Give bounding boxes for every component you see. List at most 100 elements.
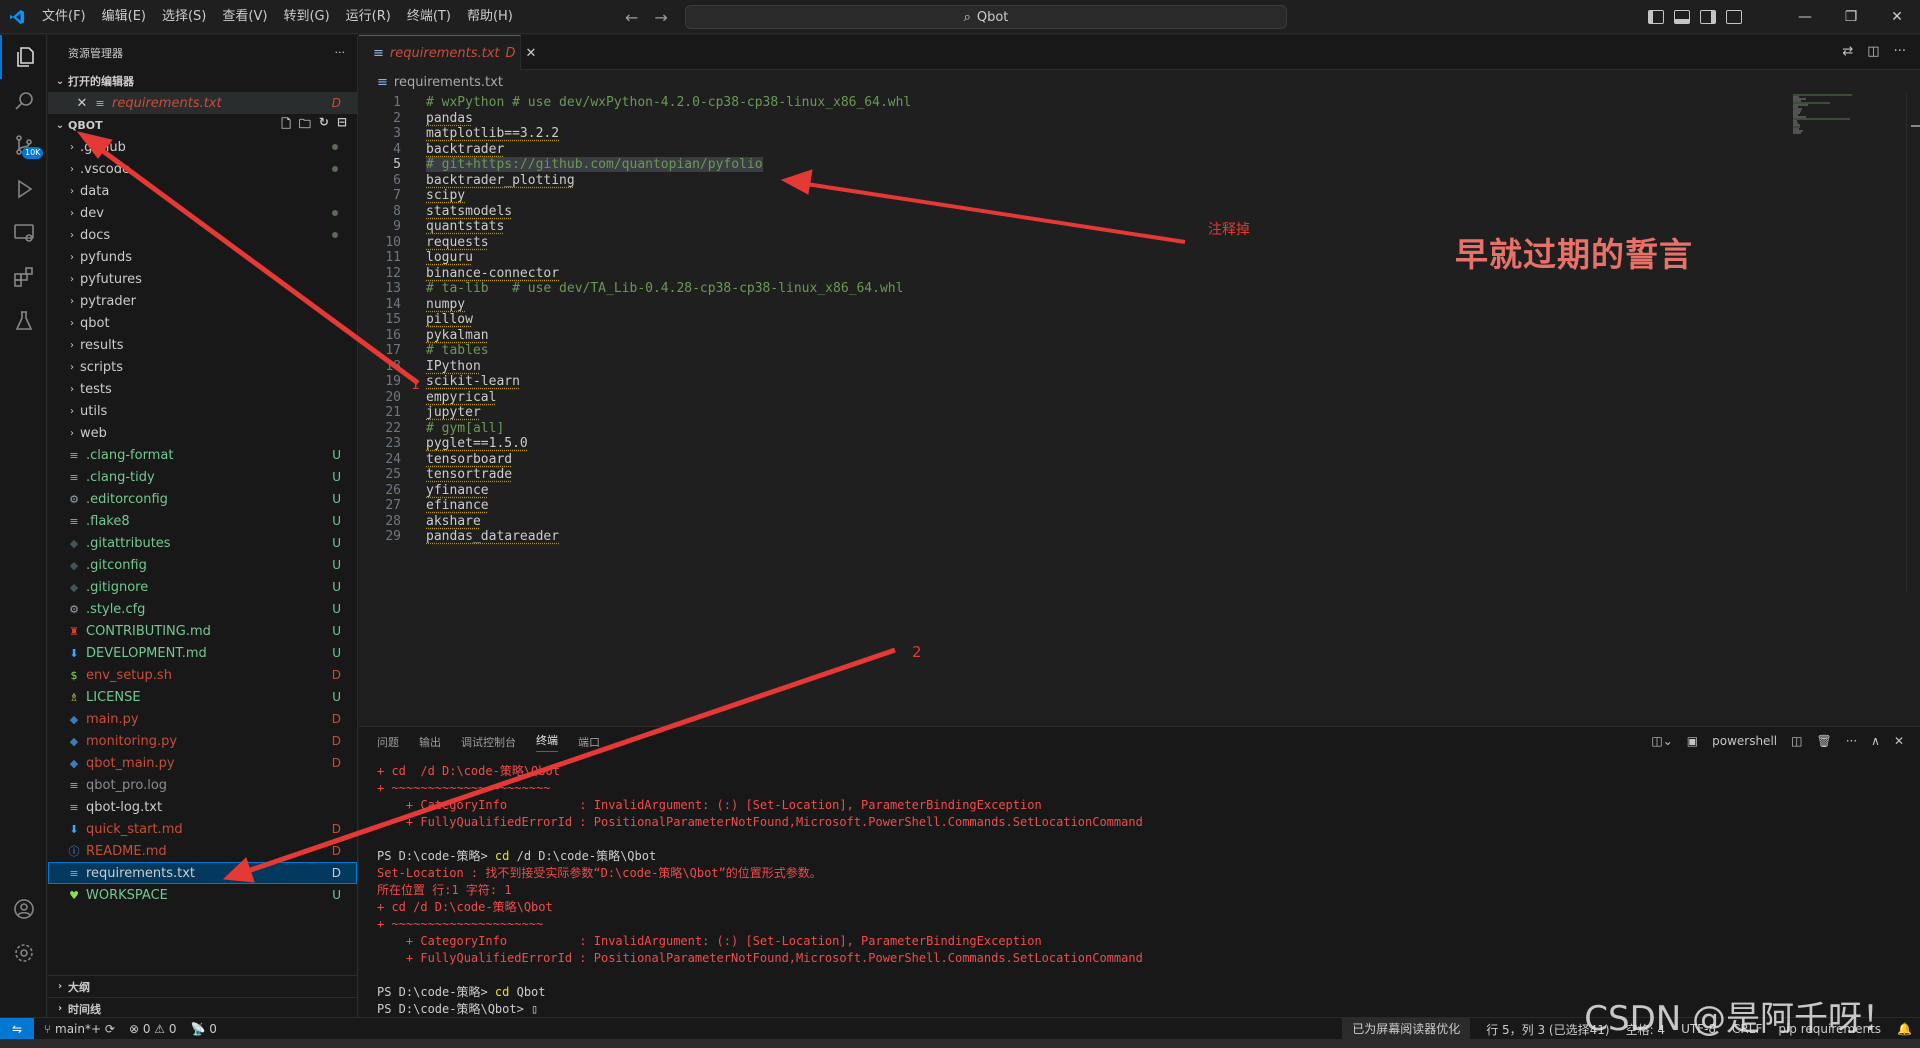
- code-line[interactable]: akshare: [426, 514, 481, 529]
- manage-gear-icon[interactable]: [0, 931, 47, 975]
- code-line[interactable]: empyrical: [426, 390, 496, 405]
- toggle-secondary-sidebar-icon[interactable]: [1700, 10, 1716, 24]
- panel-tab[interactable]: 问题: [377, 734, 399, 750]
- code-line[interactable]: pandas: [426, 111, 473, 126]
- tab-requirements[interactable]: ≡ requirements.txt D ✕: [359, 35, 536, 70]
- tree-file[interactable]: ♜ CONTRIBUTING.md U: [48, 620, 357, 642]
- code-line[interactable]: pykalman: [426, 328, 489, 343]
- minimap[interactable]: [1790, 93, 1870, 153]
- editor-more-icon[interactable]: ···: [1894, 44, 1906, 59]
- source-control-icon[interactable]: 10K: [0, 123, 47, 167]
- tree-file[interactable]: ≡ .flake8 U: [48, 510, 357, 532]
- tree-file[interactable]: ≡ .clang-tidy U: [48, 466, 357, 488]
- menu-item[interactable]: 帮助(H): [459, 0, 521, 34]
- tree-file[interactable]: $ env_setup.sh D: [48, 664, 357, 686]
- tree-file[interactable]: ⬇ DEVELOPMENT.md U: [48, 642, 357, 664]
- close-icon[interactable]: ✕: [72, 96, 92, 111]
- explorer-icon[interactable]: [0, 35, 47, 79]
- code-line[interactable]: # wxPython # use dev/wxPython-4.2.0-cp38…: [426, 95, 911, 110]
- remote-indicator-icon[interactable]: ⇋: [0, 1017, 34, 1040]
- tree-file[interactable]: ◆ qbot_main.py D: [48, 752, 357, 774]
- workspace-root-section[interactable]: ⌄ QBOT 🗋 🗀 ↻ ⊟: [48, 114, 357, 136]
- tree-folder[interactable]: › tests: [48, 378, 357, 400]
- panel-tab[interactable]: 调试控制台: [461, 734, 516, 750]
- more-actions-icon[interactable]: ···: [335, 46, 346, 59]
- terminal-shell-label[interactable]: powershell: [1712, 734, 1777, 748]
- tree-file[interactable]: ♥ WORKSPACE U: [48, 884, 357, 906]
- open-changes-icon[interactable]: ⇄: [1842, 44, 1853, 59]
- toggle-primary-sidebar-icon[interactable]: [1648, 10, 1664, 24]
- tree-folder[interactable]: › web: [48, 422, 357, 444]
- code-line[interactable]: # tables: [426, 343, 489, 358]
- tree-file[interactable]: ◆ .gitconfig U: [48, 554, 357, 576]
- tree-file[interactable]: ⬇ quick_start.md D: [48, 818, 357, 840]
- close-window-button[interactable]: ✕: [1874, 0, 1920, 34]
- tree-file[interactable]: ≡ qbot-log.txt: [48, 796, 357, 818]
- panel-tab[interactable]: 端口: [578, 734, 600, 750]
- code-line[interactable]: scipy: [426, 188, 465, 203]
- tree-folder[interactable]: › .github: [48, 136, 357, 158]
- timeline-section[interactable]: › 时间线: [48, 997, 357, 1019]
- split-icon[interactable]: ◫: [1791, 734, 1802, 748]
- code-line[interactable]: statsmodels: [426, 204, 512, 219]
- tree-folder[interactable]: › data: [48, 180, 357, 202]
- code-line[interactable]: scikit-learn: [426, 374, 520, 389]
- code-line[interactable]: tensortrade: [426, 467, 512, 482]
- tree-folder[interactable]: › utils: [48, 400, 357, 422]
- code-line[interactable]: backtrader_plotting: [426, 173, 575, 188]
- open-editor-item[interactable]: ✕ ≡ requirements.txt D: [48, 92, 357, 114]
- close-panel-icon[interactable]: ✕: [1894, 734, 1904, 748]
- accounts-icon[interactable]: [0, 887, 47, 931]
- split-editor-icon[interactable]: ◫: [1867, 44, 1879, 59]
- extensions-icon[interactable]: [0, 255, 47, 299]
- code-line[interactable]: tensorboard: [426, 452, 512, 467]
- terminal-output[interactable]: + cd /d D:\code-策略\Qbot + ~~~~~~~~~~~~~~~…: [377, 763, 1143, 1018]
- testing-flask-icon[interactable]: [0, 299, 47, 343]
- tree-file[interactable]: ⓘ README.md D: [48, 840, 357, 862]
- tree-folder[interactable]: › results: [48, 334, 357, 356]
- tree-file[interactable]: ≡ requirements.txt D: [48, 862, 357, 884]
- menu-item[interactable]: 查看(V): [214, 0, 275, 34]
- code-line[interactable]: quantstats: [426, 219, 504, 234]
- screenreader-status[interactable]: 已为屏幕阅读器优化: [1342, 1018, 1471, 1040]
- forward-arrow-icon[interactable]: →: [654, 8, 667, 27]
- notifications-bell-icon[interactable]: 🔔: [1897, 1022, 1912, 1036]
- tree-file[interactable]: ≡ .clang-format U: [48, 444, 357, 466]
- code-line[interactable]: pandas_datareader: [426, 529, 559, 544]
- code-line[interactable]: loguru: [426, 250, 473, 265]
- branch-indicator[interactable]: ⑂ main*+ ⟳: [44, 1022, 115, 1036]
- code-line[interactable]: matplotlib==3.2.2: [426, 126, 559, 141]
- code-line[interactable]: yfinance: [426, 483, 489, 498]
- code-line[interactable]: jupyter: [426, 405, 481, 420]
- menu-item[interactable]: 转到(G): [275, 0, 337, 34]
- code-line[interactable]: requests: [426, 235, 489, 250]
- tree-folder[interactable]: › scripts: [48, 356, 357, 378]
- panel-tab[interactable]: 终端: [536, 732, 558, 752]
- run-debug-icon[interactable]: [0, 167, 47, 211]
- new-file-icon[interactable]: 🗋: [281, 115, 291, 136]
- back-arrow-icon[interactable]: ←: [625, 8, 638, 27]
- menu-item[interactable]: 编辑(E): [94, 0, 154, 34]
- editor-scrollbar[interactable]: [1906, 93, 1920, 593]
- tree-file[interactable]: ◆ monitoring.py D: [48, 730, 357, 752]
- code-editor[interactable]: 1 # wxPython # use dev/wxPython-4.2.0-cp3…: [359, 93, 1779, 633]
- tree-file[interactable]: ◆ main.py D: [48, 708, 357, 730]
- customize-layout-icon[interactable]: [1726, 10, 1742, 24]
- more-icon[interactable]: ···: [1846, 734, 1857, 748]
- refresh-icon[interactable]: ↻: [319, 115, 329, 136]
- tree-folder[interactable]: › qbot: [48, 312, 357, 334]
- collapse-all-icon[interactable]: ⊟: [337, 115, 347, 136]
- problems-indicator[interactable]: ⊗ 0 ⚠ 0: [129, 1022, 177, 1036]
- code-line[interactable]: IPython: [426, 359, 481, 374]
- panel-tab[interactable]: 输出: [419, 734, 441, 750]
- code-line[interactable]: # gym[all]: [426, 421, 504, 436]
- tree-file[interactable]: ⚙ .style.cfg U: [48, 598, 357, 620]
- code-line[interactable]: backtrader: [426, 142, 504, 157]
- ports-indicator[interactable]: 📡 0: [191, 1022, 217, 1036]
- code-line[interactable]: # ta-lib # use dev/TA_Lib-0.4.28-cp38-cp…: [426, 281, 903, 296]
- code-line[interactable]: # git+https://github.com/quantopian/pyfo…: [426, 157, 763, 172]
- new-folder-icon[interactable]: 🗀: [299, 115, 311, 136]
- tree-folder[interactable]: › dev: [48, 202, 357, 224]
- tree-file[interactable]: ◆ .gitattributes U: [48, 532, 357, 554]
- code-line[interactable]: numpy: [426, 297, 465, 312]
